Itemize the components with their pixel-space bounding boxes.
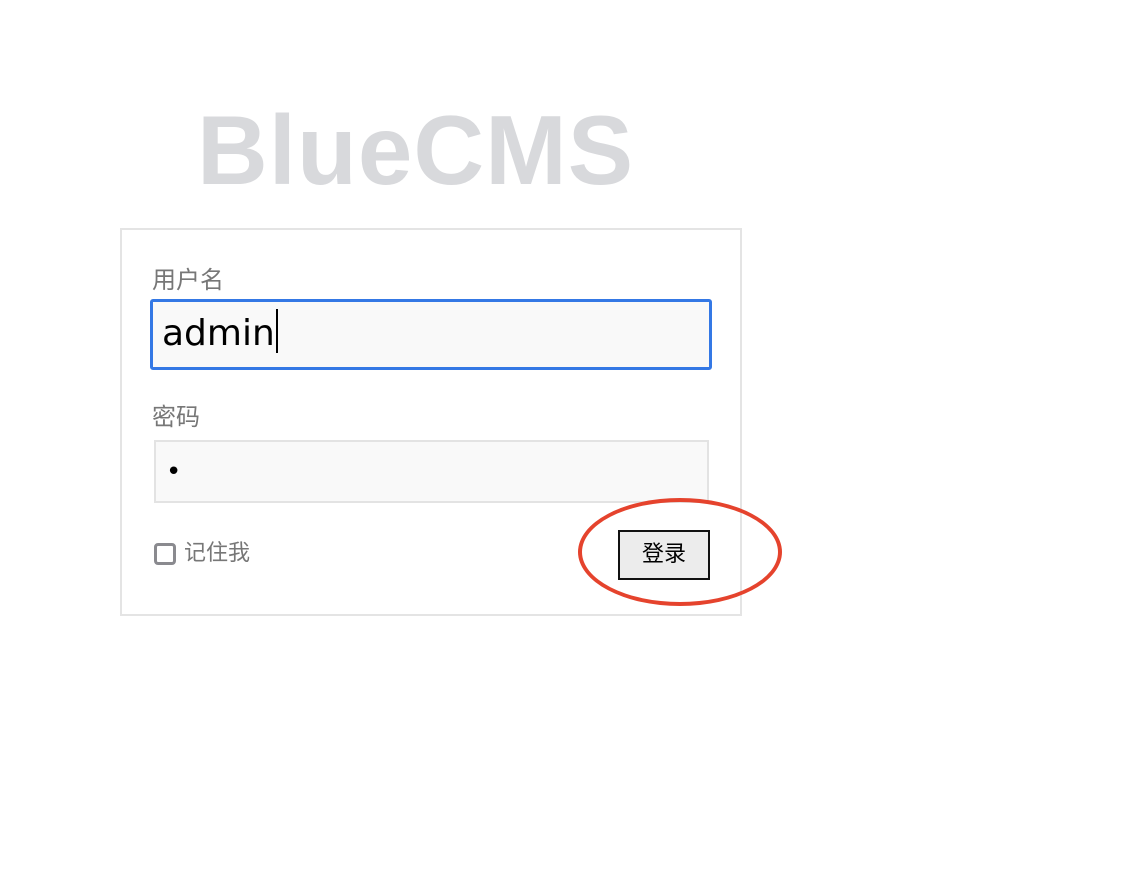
bluecms-logo: BlueCMS <box>197 95 635 205</box>
password-input[interactable]: • <box>154 440 709 503</box>
password-value: • <box>166 457 182 487</box>
remember-me-checkbox[interactable] <box>154 543 176 565</box>
login-button[interactable]: 登录 <box>618 530 710 580</box>
remember-me[interactable]: 记住我 <box>154 540 250 568</box>
username-input[interactable]: admin <box>150 299 712 370</box>
username-value: admin <box>162 313 275 354</box>
text-cursor <box>275 309 278 353</box>
password-label: 密码 <box>152 403 200 431</box>
remember-me-label[interactable]: 记住我 <box>184 540 250 568</box>
username-label: 用户名 <box>152 266 224 294</box>
